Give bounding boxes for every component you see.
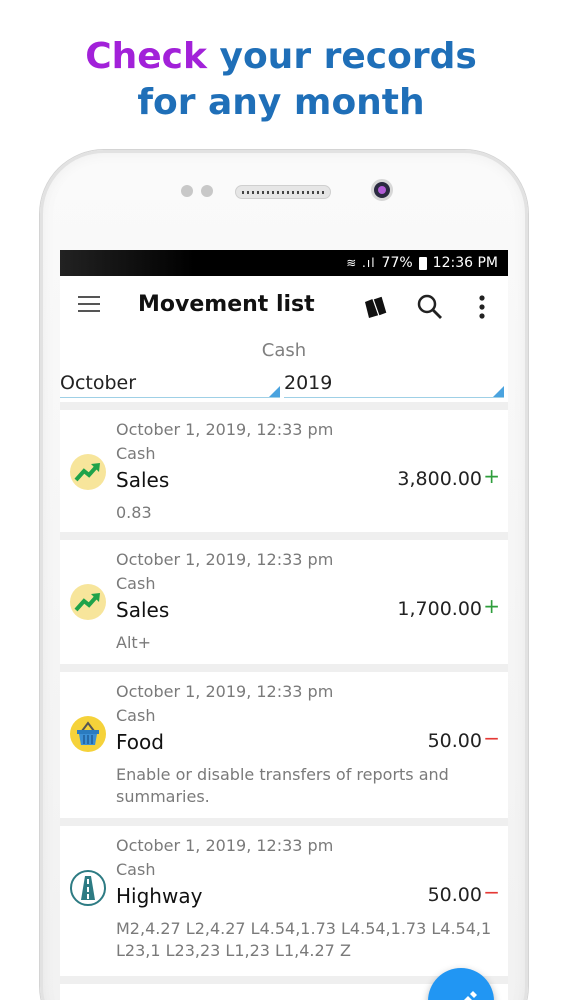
movement-amount: 50.00 xyxy=(427,884,482,906)
wifi-signal-icon: ≋ .ıl xyxy=(346,256,376,270)
headline-accent: Check xyxy=(85,36,207,77)
movement-amount: 50.00 xyxy=(427,730,482,752)
battery-icon xyxy=(418,256,427,270)
expense-sign: − xyxy=(483,880,500,904)
movement-date: October 1, 2019, 12:33 pm xyxy=(116,550,334,569)
movement-date: October 1, 2019, 12:33 pm xyxy=(116,836,334,855)
more-vert-icon[interactable] xyxy=(472,293,492,321)
front-camera xyxy=(371,179,393,201)
battery-percent: 77% xyxy=(381,255,413,271)
movement-card[interactable]: October 1, 2019, 12:33 pm Cash Highway 5… xyxy=(60,826,508,976)
month-select[interactable]: October xyxy=(60,372,280,398)
movement-card[interactable]: October 1, 2019, 12:33 pm Cash Food 50.0… xyxy=(60,672,508,818)
status-bar: ≋ .ıl 77% 12:36 PM xyxy=(60,250,508,276)
movement-category: Sales xyxy=(116,468,170,492)
movement-date: October 1, 2019, 12:33 pm xyxy=(116,682,334,701)
dropdown-corner-icon xyxy=(493,386,504,397)
movement-account: Cash xyxy=(116,444,156,463)
movement-note: 0.83 xyxy=(116,503,152,522)
movement-category: Highway xyxy=(116,884,203,908)
year-select[interactable]: 2019 xyxy=(284,372,504,398)
movement-account: Cash xyxy=(116,574,156,593)
movement-note: Alt+ xyxy=(116,633,152,652)
movement-list: October 1, 2019, 12:33 pm Cash Sales 3,8… xyxy=(60,402,508,1000)
movement-account: Cash xyxy=(116,860,156,879)
year-value: 2019 xyxy=(284,372,333,394)
promo-headline: Check your records for any month xyxy=(0,34,562,126)
app-bar: Movement list xyxy=(60,276,508,338)
trend-up-icon xyxy=(70,584,106,620)
cards-icon[interactable] xyxy=(362,293,390,321)
add-movement-button[interactable] xyxy=(428,968,494,1000)
search-icon[interactable] xyxy=(416,293,444,321)
trend-up-icon xyxy=(70,454,106,490)
phone-screen: ≋ .ıl 77% 12:36 PM Movement list Cash Oc… xyxy=(60,250,508,1000)
sensor-dots xyxy=(181,185,213,197)
headline-line1: your records xyxy=(206,36,477,77)
expense-sign: − xyxy=(483,726,500,750)
month-value: October xyxy=(60,372,137,394)
dropdown-corner-icon xyxy=(269,386,280,397)
status-time: 12:36 PM xyxy=(432,255,498,271)
headline-line2: for any month xyxy=(137,82,425,123)
movement-category: Sales xyxy=(116,598,170,622)
movement-card[interactable]: October 1, 2019, 12:33 pm Cash Sales 1,7… xyxy=(60,540,508,664)
movement-amount: 1,700.00 xyxy=(397,598,482,620)
movement-note: M2,4.27 L2,4.27 L4.54,1.73 L4.54,1.73 L4… xyxy=(116,919,492,960)
road-icon xyxy=(70,870,106,906)
earpiece-grille xyxy=(235,185,331,199)
basket-icon xyxy=(70,716,106,752)
income-sign: + xyxy=(483,594,500,618)
menu-icon[interactable] xyxy=(78,296,100,314)
income-sign: + xyxy=(483,464,500,488)
period-filter: Cash October 2019 xyxy=(60,338,508,402)
pencil-icon xyxy=(464,991,477,1000)
movement-account: Cash xyxy=(116,706,156,725)
movement-note: Enable or disable transfers of reports a… xyxy=(116,765,449,806)
movement-date: October 1, 2019, 12:33 pm xyxy=(116,420,334,439)
page-title: Movement list xyxy=(138,292,315,317)
movement-card[interactable]: October 1, 2019, 12:33 pm Cash Sales 3,8… xyxy=(60,410,508,532)
movement-category: Food xyxy=(116,730,164,754)
movement-amount: 3,800.00 xyxy=(397,468,482,490)
account-label: Cash xyxy=(261,340,307,361)
